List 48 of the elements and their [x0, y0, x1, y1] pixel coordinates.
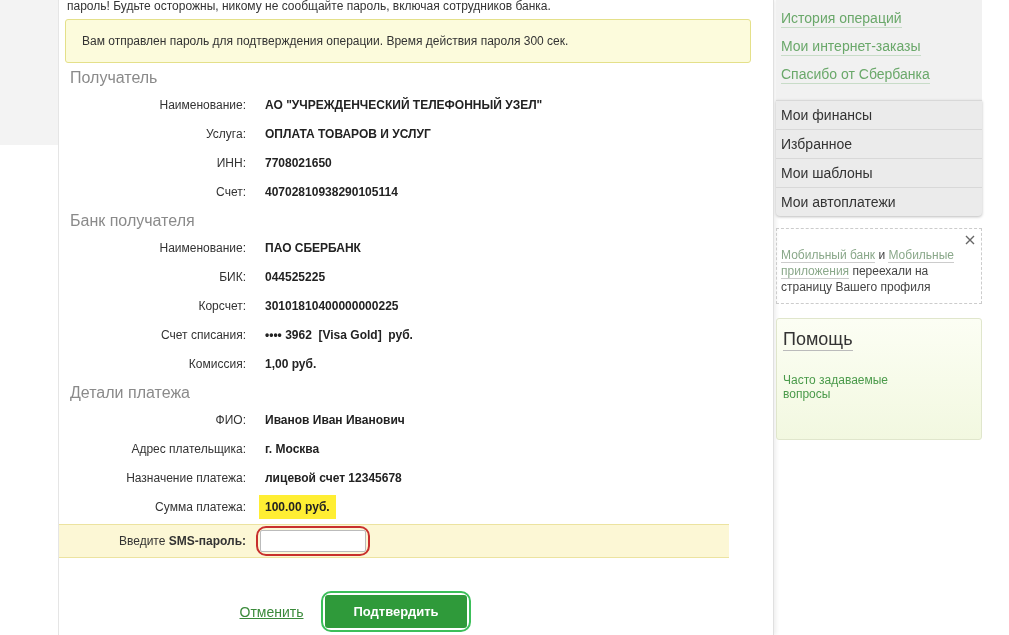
field-label: Корсчет:: [197, 298, 246, 313]
confirm-button[interactable]: Подтвердить: [325, 595, 467, 628]
field-label: Услуга:: [205, 126, 246, 141]
sidebar-menu-item[interactable]: Мои шаблоны: [776, 158, 982, 187]
field-value: ОПЛАТА ТОВАРОВ И УСЛУГ: [264, 125, 432, 143]
sidebar-link[interactable]: Спасибо от Сбербанка: [781, 66, 930, 84]
close-icon[interactable]: [965, 235, 975, 245]
field-label: ИНН:: [215, 155, 246, 170]
field-value: 40702810938290105114: [264, 183, 399, 201]
sidebar-menu-item[interactable]: Мои финансы: [776, 100, 982, 129]
tip-link[interactable]: Мобильный банк: [781, 248, 876, 263]
field-value: •••• 3962 [Visa Gold] руб.: [264, 326, 414, 344]
tip-link[interactable]: Мобильные: [888, 248, 954, 263]
field-value: лицевой счет 12345678: [264, 469, 403, 487]
field-value: ПАО СБЕРБАНК: [264, 239, 362, 257]
tip-link[interactable]: приложения: [781, 264, 850, 279]
field-label: ФИО:: [214, 412, 246, 427]
field-label: БИК:: [218, 269, 246, 284]
field-label: Комиссия:: [187, 356, 246, 371]
sidebar-menu-item[interactable]: Избранное: [776, 129, 982, 158]
field-label: Назначение платежа:: [125, 470, 246, 485]
password-notice: Вам отправлен пароль для подтверждения операции. Время действия пароля 300 сек.: [65, 19, 751, 63]
faq-link[interactable]: Часто задаваемые вопросы: [783, 373, 903, 401]
field-value: 7708021650: [264, 154, 333, 172]
sidebar-link[interactable]: Мои интернет-заказы: [781, 38, 921, 56]
field-label: Наименование:: [158, 97, 246, 112]
field-value: 100.00 руб.: [259, 494, 336, 519]
section-title: Детали платежа: [70, 384, 191, 403]
sms-label: Введите SMS-пароль:: [118, 534, 246, 548]
field-value: 044525225: [264, 268, 327, 286]
field-value: 30101810400000000225: [264, 297, 400, 315]
tip-text: Мобильный банк и Мобильные приложения переехали на страницу Вашего профиля: [781, 248, 954, 294]
field-label: Наименование:: [158, 240, 246, 255]
field-value: Иванов Иван Иванович: [264, 411, 406, 429]
sidebar-link[interactable]: История операций: [781, 10, 902, 28]
field-value: АО "УЧРЕЖДЕНЧЕСКИЙ ТЕЛЕФОННЫЙ УЗЕЛ": [264, 96, 544, 114]
field-label: Сумма платежа:: [154, 499, 246, 514]
warning-text: пароль! Будьте осторожны, никому не сообщайте пароль, включая сотрудников банка.: [67, 0, 552, 13]
field-label: Адрес плательщика:: [130, 441, 246, 456]
help-title: Помощь: [783, 329, 853, 351]
section-title: Получатель: [70, 69, 159, 88]
field-label: Счет:: [215, 184, 246, 199]
field-value: 1,00 руб.: [264, 355, 318, 373]
field-value: г. Москва: [264, 440, 321, 458]
field-label: Счет списания:: [160, 327, 246, 342]
section-title: Банк получателя: [70, 212, 196, 231]
sidebar-menu-item[interactable]: Мои автоплатежи: [776, 187, 982, 216]
cancel-link[interactable]: Отменить: [239, 603, 304, 620]
